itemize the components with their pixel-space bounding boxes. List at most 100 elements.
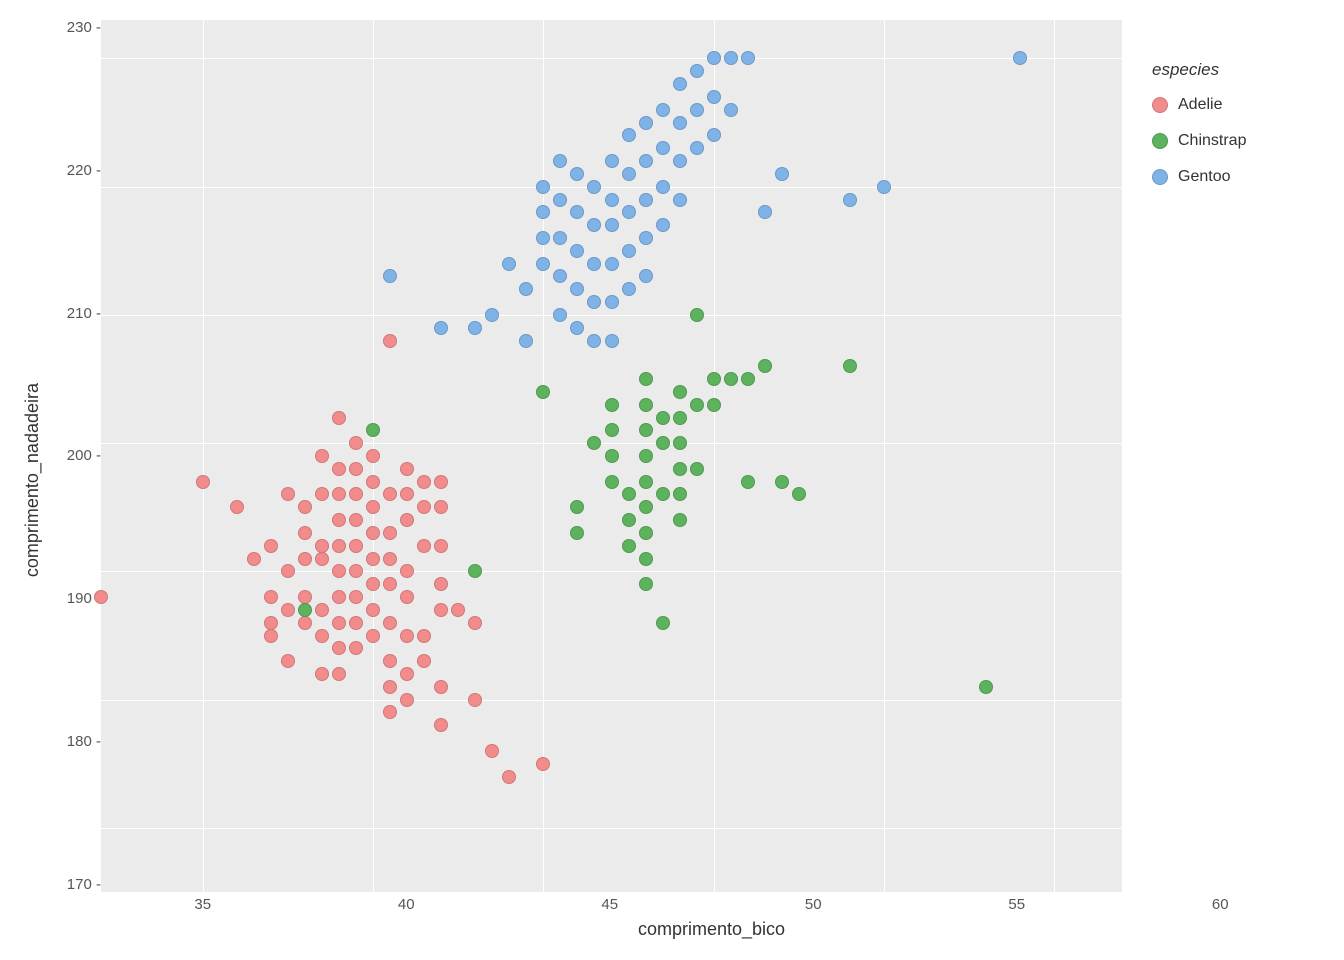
data-point: [366, 423, 380, 437]
data-point: [349, 564, 363, 578]
data-point: [434, 603, 448, 617]
data-point: [298, 500, 312, 514]
data-point: [605, 423, 619, 437]
data-point: [605, 449, 619, 463]
x-tick: 60: [1119, 896, 1323, 913]
y-tick: 200 -: [67, 448, 101, 463]
data-point: [605, 218, 619, 232]
data-point: [383, 269, 397, 283]
data-point: [349, 590, 363, 604]
data-point: [519, 282, 533, 296]
data-point: [553, 269, 567, 283]
data-point: [434, 577, 448, 591]
x-axis-label: comprimento_bico: [51, 919, 1322, 940]
legend-title: especies: [1152, 60, 1322, 80]
data-point: [673, 77, 687, 91]
legend-label: Adelie: [1178, 96, 1222, 114]
y-tick: 210 -: [67, 306, 101, 321]
legend-item: Gentoo: [1152, 168, 1322, 186]
data-point: [383, 526, 397, 540]
data-point: [622, 513, 636, 527]
data-point: [741, 51, 755, 65]
data-point: [349, 539, 363, 553]
data-point: [315, 603, 329, 617]
data-point: [605, 193, 619, 207]
data-point: [690, 141, 704, 155]
data-point: [639, 231, 653, 245]
y-tick: 180 -: [67, 734, 101, 749]
data-point: [570, 167, 584, 181]
data-point: [383, 616, 397, 630]
data-point: [587, 436, 601, 450]
data-point: [605, 295, 619, 309]
data-point: [264, 590, 278, 604]
data-point: [349, 487, 363, 501]
data-point: [1013, 51, 1027, 65]
data-point: [536, 231, 550, 245]
data-point: [843, 359, 857, 373]
data-point: [570, 244, 584, 258]
data-point: [383, 552, 397, 566]
data-point: [639, 423, 653, 437]
data-point: [690, 103, 704, 117]
x-tick: 35: [101, 896, 305, 913]
data-point: [434, 500, 448, 514]
x-tick: 40: [305, 896, 509, 913]
data-point: [656, 141, 670, 155]
data-point: [639, 449, 653, 463]
data-point: [707, 398, 721, 412]
data-point: [417, 654, 431, 668]
data-point: [383, 705, 397, 719]
grid-line-vertical: [203, 20, 204, 892]
data-point: [230, 500, 244, 514]
grid-line-vertical: [1054, 20, 1055, 892]
data-point: [417, 500, 431, 514]
data-point: [434, 718, 448, 732]
data-point: [553, 193, 567, 207]
data-point: [622, 282, 636, 296]
data-point: [553, 308, 567, 322]
y-axis: 230 -220 -210 -200 -190 -180 -170 -: [51, 20, 101, 892]
x-tick: 45: [508, 896, 712, 913]
y-tick: 170 -: [67, 877, 101, 892]
x-axis: 354045505560: [51, 896, 1322, 913]
data-point: [570, 282, 584, 296]
data-point: [468, 321, 482, 335]
data-point: [366, 526, 380, 540]
data-point: [366, 603, 380, 617]
data-point: [587, 334, 601, 348]
data-point: [315, 487, 329, 501]
data-point: [656, 411, 670, 425]
data-point: [656, 218, 670, 232]
data-point: [298, 526, 312, 540]
data-point: [758, 205, 772, 219]
data-point: [383, 680, 397, 694]
data-point: [639, 500, 653, 514]
data-point: [639, 398, 653, 412]
data-point: [315, 667, 329, 681]
data-point: [673, 513, 687, 527]
data-point: [570, 526, 584, 540]
grid-line-horizontal: [101, 571, 1122, 572]
data-point: [639, 552, 653, 566]
data-point: [383, 654, 397, 668]
data-point: [366, 500, 380, 514]
data-point: [707, 51, 721, 65]
data-point: [877, 180, 891, 194]
data-point: [639, 372, 653, 386]
data-point: [298, 603, 312, 617]
data-point: [690, 462, 704, 476]
data-point: [605, 334, 619, 348]
data-point: [690, 398, 704, 412]
data-point: [673, 385, 687, 399]
grid-line-horizontal: [101, 58, 1122, 59]
data-point: [349, 436, 363, 450]
data-point: [366, 577, 380, 591]
data-point: [400, 590, 414, 604]
data-point: [485, 308, 499, 322]
legend-dot: [1152, 133, 1168, 149]
data-point: [349, 641, 363, 655]
data-point: [622, 487, 636, 501]
data-point: [298, 552, 312, 566]
legend-label: Gentoo: [1178, 168, 1230, 186]
